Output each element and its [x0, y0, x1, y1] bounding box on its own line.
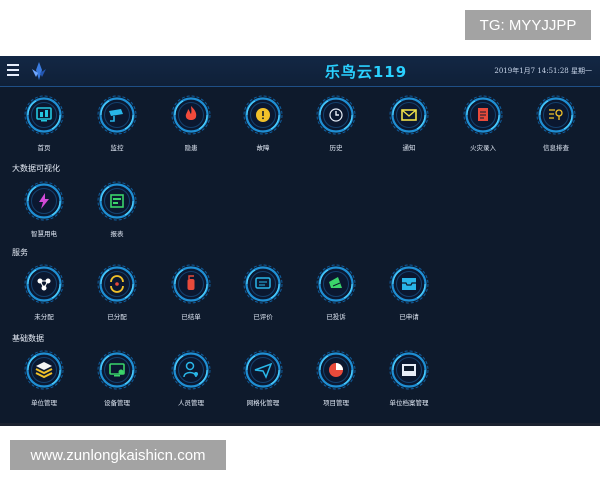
section-title: 服务: [12, 248, 28, 257]
module-tile[interactable]: 人员管理: [156, 350, 226, 410]
megaphone-icon: [316, 264, 356, 304]
module-label: 未分配: [34, 313, 54, 321]
mail-icon: [389, 95, 429, 135]
module-label: 历史: [329, 144, 343, 152]
section-title: 基础数据: [12, 334, 44, 343]
module-tile[interactable]: 隐患: [156, 95, 226, 155]
nodes-icon: [24, 264, 64, 304]
watermark-bottom: www.zunlongkaishicn.com: [10, 440, 226, 470]
module-label: 火灾录入: [470, 144, 496, 152]
folder-icon: [389, 350, 429, 390]
device-icon: [97, 350, 137, 390]
module-label: 智慧用电: [31, 230, 57, 238]
module-label: 人员管理: [178, 399, 204, 407]
person-icon: [171, 350, 211, 390]
module-tile[interactable]: 历史: [301, 95, 371, 155]
module-tile[interactable]: 监控: [82, 95, 152, 155]
module-label: 通知: [402, 144, 416, 152]
module-label: 信息排查: [543, 144, 569, 152]
module-label: 单位管理: [31, 399, 57, 407]
comment-icon: [243, 264, 283, 304]
module-tile[interactable]: 项目管理: [301, 350, 371, 410]
watermark-top: TG: MYYJJPP: [465, 10, 591, 40]
camera-icon: [97, 95, 137, 135]
module-label: 已申请: [399, 313, 419, 321]
search-list-icon: [536, 95, 576, 135]
module-tile[interactable]: 已申请: [374, 264, 444, 324]
pie-icon: [316, 350, 356, 390]
module-tile[interactable]: 故障: [228, 95, 298, 155]
screen-bottom-edge: [0, 423, 600, 426]
module-tile[interactable]: 已结单: [156, 264, 226, 324]
module-label: 已分配: [107, 313, 127, 321]
module-tile[interactable]: 网格化管理: [228, 350, 298, 410]
paper-plane-icon: [243, 350, 283, 390]
app-screen: 乐鸟云119 2019年1月7 14:51:28 星期一 首页 监控 隐患 故障: [0, 56, 600, 423]
module-label: 单位档案管理: [389, 399, 429, 407]
module-label: 设备管理: [104, 399, 130, 407]
assign-icon: [97, 264, 137, 304]
module-tile[interactable]: 首页: [9, 95, 79, 155]
clock-icon: [316, 95, 356, 135]
module-tile[interactable]: 通知: [374, 95, 444, 155]
inbox-icon: [389, 264, 429, 304]
module-label: 首页: [37, 144, 51, 152]
module-tile[interactable]: 已评价: [228, 264, 298, 324]
module-tile[interactable]: 单位管理: [9, 350, 79, 410]
power-icon: [24, 181, 64, 221]
module-tile[interactable]: 已投诉: [301, 264, 371, 324]
fire-icon: [171, 95, 211, 135]
module-tile[interactable]: 单位档案管理: [374, 350, 444, 410]
warning-icon: [243, 95, 283, 135]
form-icon: [463, 95, 503, 135]
module-tile[interactable]: 未分配: [9, 264, 79, 324]
layers-icon: [24, 350, 64, 390]
module-label: 已结单: [181, 313, 201, 321]
module-tile[interactable]: 设备管理: [82, 350, 152, 410]
report-icon: [97, 181, 137, 221]
module-tile[interactable]: 智慧用电: [9, 181, 79, 241]
module-label: 已评价: [253, 313, 273, 321]
module-label: 项目管理: [323, 399, 349, 407]
module-label: 监控: [110, 144, 124, 152]
module-label: 隐患: [184, 144, 198, 152]
module-tile[interactable]: 信息排查: [521, 95, 591, 155]
module-label: 网格化管理: [246, 399, 280, 407]
monitor-icon: [24, 95, 64, 135]
fire-extinguisher-icon: [171, 264, 211, 304]
module-tile[interactable]: 报表: [82, 181, 152, 241]
module-tile[interactable]: 已分配: [82, 264, 152, 324]
section-title: 大数据可视化: [12, 164, 60, 173]
module-label: 故障: [256, 144, 270, 152]
module-tile[interactable]: 火灾录入: [448, 95, 518, 155]
module-label: 已投诉: [326, 313, 346, 321]
header-bar: 乐鸟云119 2019年1月7 14:51:28 星期一: [0, 56, 600, 87]
module-label: 报表: [110, 230, 124, 238]
date-time: 2019年1月7 14:51:28 星期一: [494, 67, 592, 75]
